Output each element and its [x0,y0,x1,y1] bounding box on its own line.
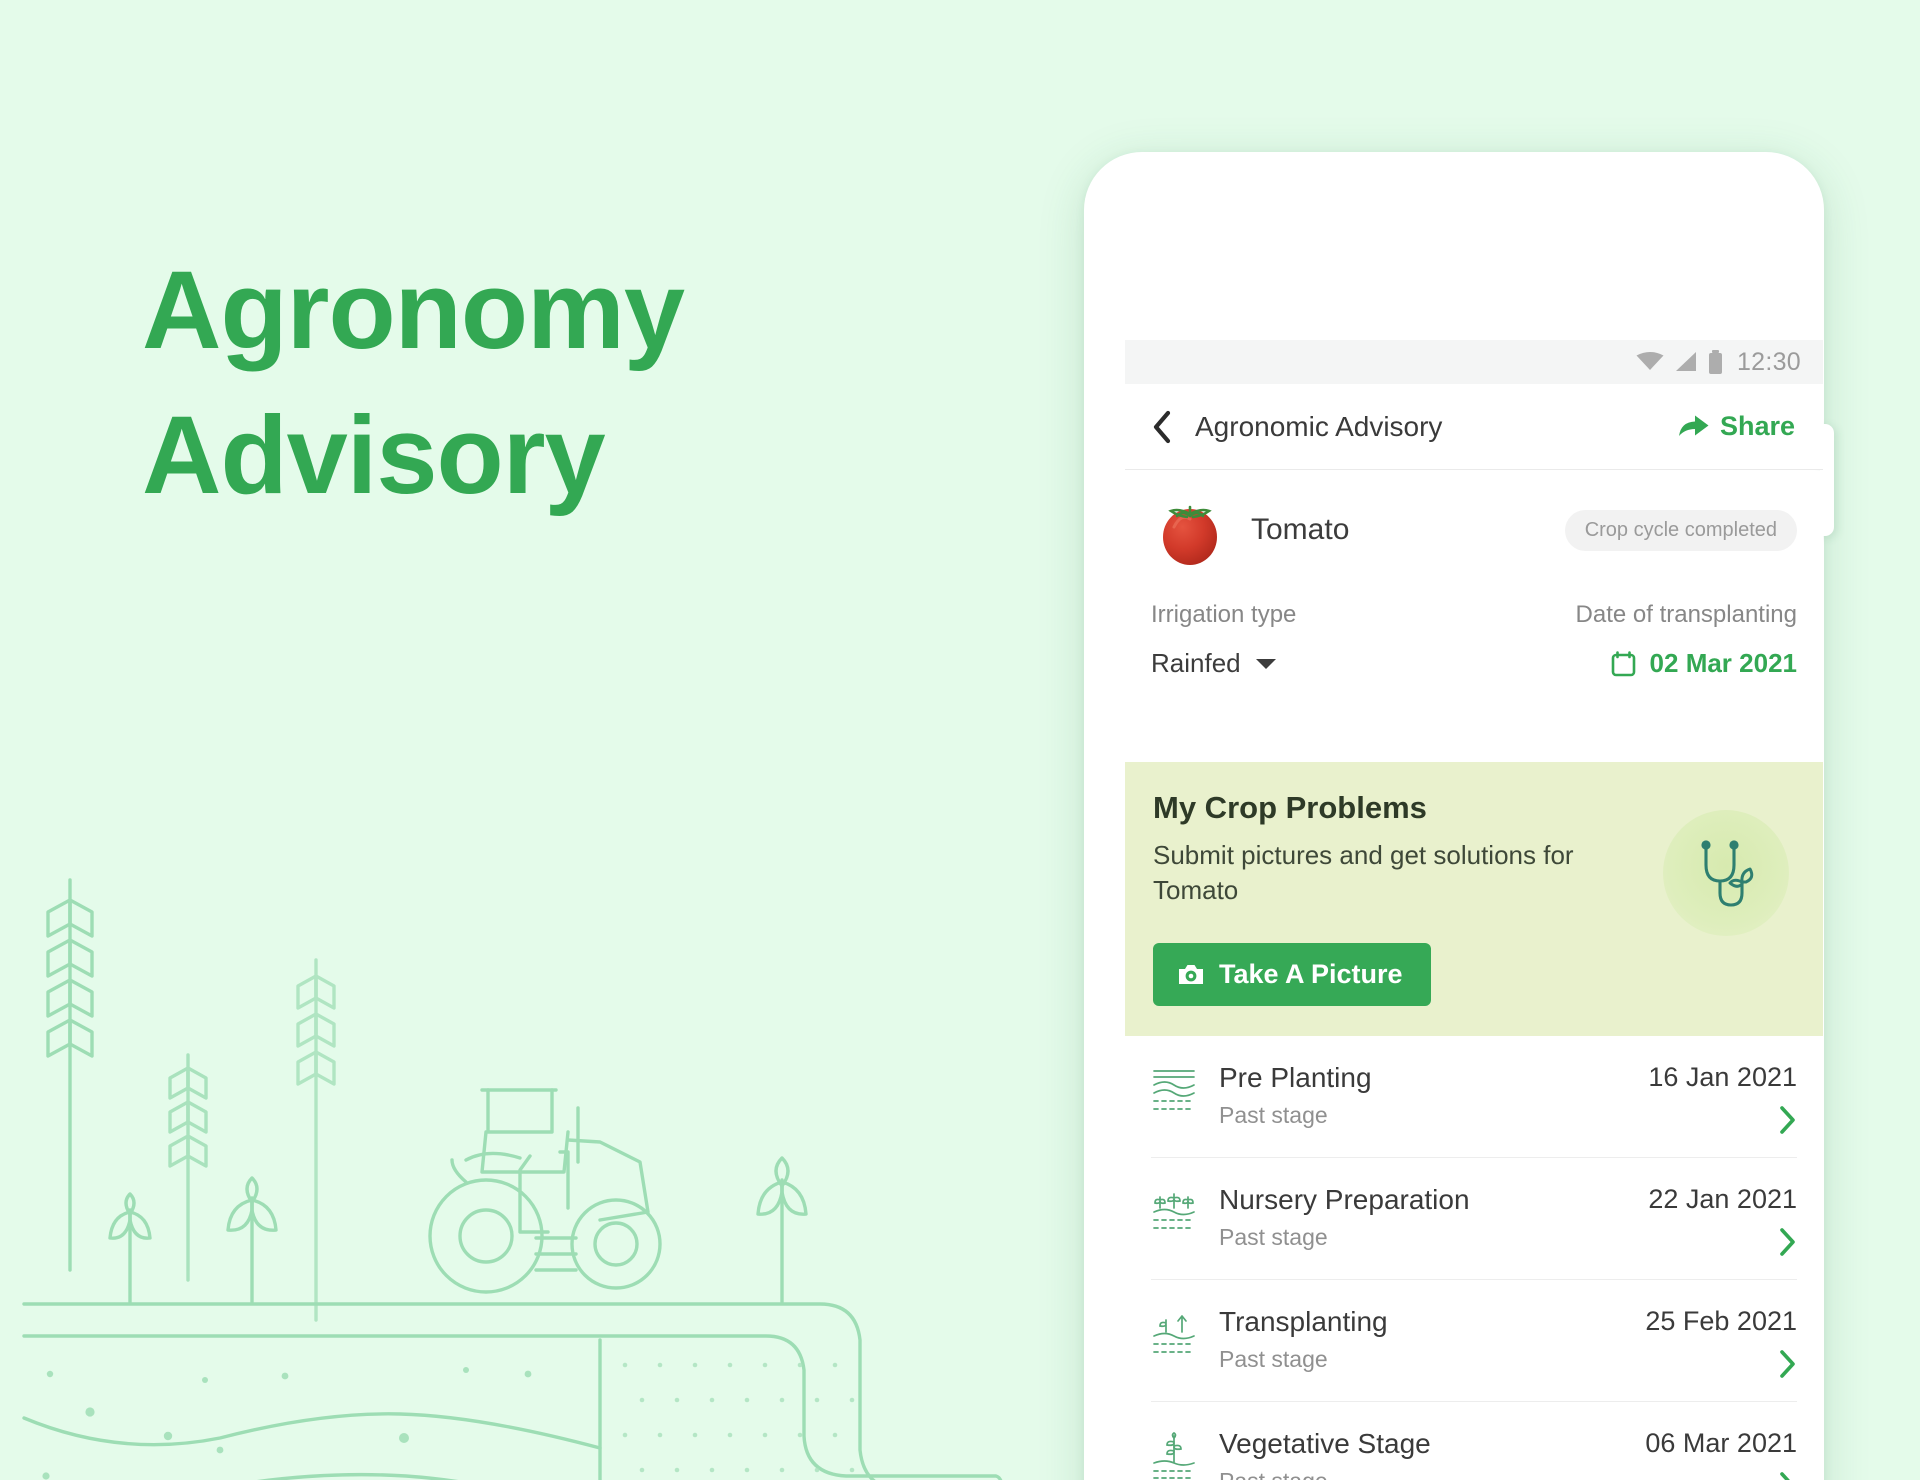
share-label: Share [1719,411,1795,441]
stage-row-nursery-preparation[interactable]: Nursery Preparation Past stage 22 Jan 20… [1151,1158,1797,1280]
stage-date: 16 Jan 2021 [1648,1062,1797,1092]
soil-layers-icon [1151,1066,1197,1123]
irrigation-type-value: Rainfed [1151,648,1241,678]
stage-name: Pre Planting [1219,1062,1372,1093]
tomato-icon [1151,491,1229,569]
stage-text: Transplanting Past stage [1219,1306,1645,1373]
stage-substatus: Past stage [1219,1224,1328,1250]
page-title-line-2: Advisory [142,394,606,518]
crop-meta-row: Irrigation type Rainfed Date of transpla… [1125,601,1823,751]
transplanting-date-field: Date of transplanting 02 Mar 2021 [1474,601,1797,751]
stage-name: Nursery Preparation [1219,1184,1470,1215]
transplanting-date-value: 02 Mar 2021 [1649,648,1797,678]
status-badge: Crop cycle completed [1564,509,1797,551]
stage-name: Transplanting [1219,1306,1388,1337]
stage-substatus: Past stage [1219,1468,1645,1480]
stage-text: Pre Planting Past stage [1219,1062,1648,1129]
irrigation-type-label: Irrigation type [1151,601,1297,628]
irrigation-type-select[interactable]: Rainfed [1151,648,1474,679]
status-bar: 12:30 [1125,340,1823,384]
battery-icon [1708,350,1722,374]
stage-substatus: Past stage [1219,1102,1328,1128]
stage-date: 06 Mar 2021 [1645,1428,1797,1458]
chevron-down-icon [1255,658,1276,669]
take-a-picture-button[interactable]: Take A Picture [1153,943,1431,1006]
stage-name: Vegetative Stage [1219,1428,1431,1459]
chevron-right-icon[interactable] [1779,1349,1797,1379]
crop-summary-row: Tomato Crop cycle completed [1125,471,1823,589]
stage-row-transplanting[interactable]: Transplanting Past stage 25 Feb 2021 [1151,1280,1797,1402]
page-root: Agronomy Advisory 12:30 Agronomic Adviso… [0,0,1920,1480]
chevron-right-icon[interactable] [1779,1471,1797,1480]
seedlings-soil-icon [1151,1188,1197,1245]
status-bar-clock: 12:30 [1736,347,1801,376]
farm-soil-tractor-illustration [22,878,1003,1480]
signal-icon [1675,352,1696,371]
app-nav-bar: Agronomic Advisory Share [1125,384,1823,470]
stage-row-vegetative-stage[interactable]: Vegetative Stage Past stage 06 Mar 2021 [1151,1402,1797,1480]
stage-right: 16 Jan 2021 [1648,1062,1797,1135]
chevron-right-icon[interactable] [1779,1227,1797,1257]
stage-date: 22 Jan 2021 [1648,1184,1797,1214]
stage-text: Vegetative Stage Past stage [1219,1428,1645,1480]
back-chevron-icon[interactable] [1151,410,1173,444]
crop-stage-list: Pre Planting Past stage 16 Jan 2021 Nurs… [1125,1036,1823,1480]
stage-substatus: Past stage [1219,1346,1328,1372]
sprout-arrow-icon [1151,1310,1197,1367]
stage-text: Nursery Preparation Past stage [1219,1184,1648,1251]
camera-icon [1179,964,1203,984]
wifi-icon [1636,352,1664,370]
stage-row-pre-planting[interactable]: Pre Planting Past stage 16 Jan 2021 [1151,1036,1797,1158]
nav-title: Agronomic Advisory [1195,410,1443,442]
transplanting-date-label: Date of transplanting [1575,601,1797,628]
take-a-picture-label: Take A Picture [1219,959,1403,989]
transplanting-date-picker[interactable]: 02 Mar 2021 [1611,648,1797,679]
stage-right: 22 Jan 2021 [1648,1184,1797,1257]
share-button[interactable]: Share [1678,411,1795,442]
stethoscope-plant-icon [1663,810,1789,936]
calendar-icon [1611,650,1635,676]
page-title: Agronomy Advisory [142,238,902,528]
my-crop-problems-card: My Crop Problems Submit pictures and get… [1125,762,1823,1036]
crop-name: Tomato [1251,513,1350,546]
share-icon [1678,415,1709,436]
page-title-line-1: Agronomy [142,249,685,372]
chevron-right-icon[interactable] [1779,1105,1797,1135]
stage-date: 25 Feb 2021 [1645,1306,1797,1336]
stage-right: 06 Mar 2021 [1645,1428,1797,1480]
irrigation-type-field: Irrigation type Rainfed [1151,601,1474,751]
crop-problems-subtitle: Submit pictures and get solutions for To… [1153,840,1574,905]
growing-plant-icon [1151,1431,1197,1480]
stage-right: 25 Feb 2021 [1645,1306,1797,1379]
